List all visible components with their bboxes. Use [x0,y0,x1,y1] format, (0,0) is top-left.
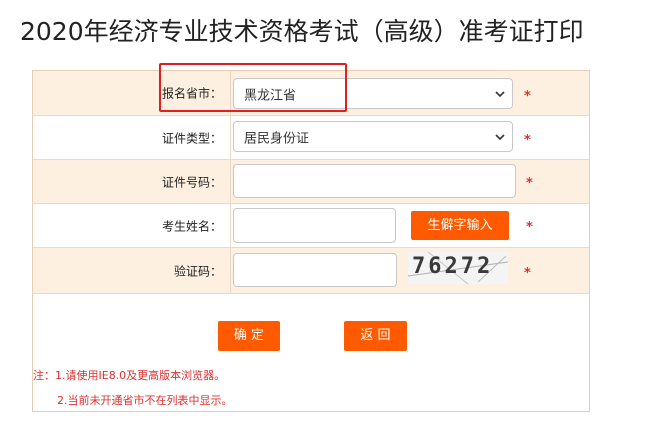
ticket-print-form: 报名省市： 黑龙江省 * 证件类型： 居民身份证 * 证件号码： * 考生姓名：… [32,70,590,412]
captcha-label: 验证码： [173,264,222,278]
back-button[interactable]: 返 回 [344,321,407,351]
captcha-input[interactable] [233,253,397,287]
id-type-label: 证件类型： [161,131,222,145]
page-title: 2020年经济专业技术资格考试（高级）准考证打印 [20,17,584,46]
highlight-box [159,63,347,112]
name-input[interactable] [233,208,396,243]
required-mark: * [524,266,531,281]
required-mark: * [526,176,533,191]
id-type-row: 证件类型： 居民身份证 * [33,116,589,160]
id-type-selected-value: 居民身份证 [244,131,310,146]
confirm-button[interactable]: 确 定 [218,321,280,351]
chevron-down-icon [495,133,505,140]
required-mark: * [526,220,533,235]
rare-char-input-button[interactable]: 生僻字输入 [411,211,509,240]
id-type-select[interactable]: 居民身份证 [233,121,513,152]
required-mark: * [524,89,531,104]
name-label: 考生姓名： [161,219,222,233]
id-number-row: 证件号码： * [33,160,589,204]
id-number-input[interactable] [233,164,516,198]
note-line-1: 注：1.请使用IE8.0及更高版本浏览器。 [33,369,226,382]
id-number-label: 证件号码： [161,175,222,189]
captcha-text: 76272 [412,254,494,279]
name-row: 考生姓名： 生僻字输入 * [33,204,589,248]
chevron-down-icon [495,90,505,97]
note-line-2: 2.当前未开通省市不在列表中显示。 [57,394,233,407]
required-mark: * [524,133,531,148]
captcha-image[interactable]: 76272 [408,252,508,284]
